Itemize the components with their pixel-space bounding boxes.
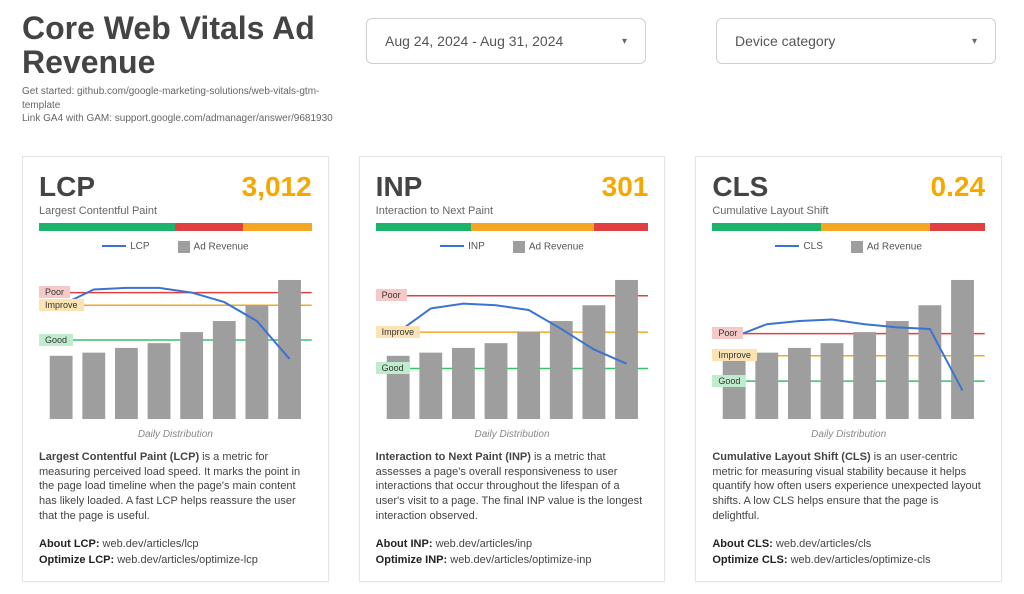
metric-card-inp: INP 301 Interaction to Next Paint INP Ad Rev… bbox=[359, 156, 666, 582]
threshold-label-poor: Poor bbox=[39, 286, 70, 298]
threshold-label-good: Good bbox=[39, 334, 73, 346]
optimize-label: Optimize INP: bbox=[376, 554, 448, 566]
threshold-label-improve: Improve bbox=[39, 299, 84, 311]
chart: Poor Improve Good bbox=[376, 255, 649, 425]
health-bar bbox=[39, 223, 312, 231]
threshold-label-improve: Improve bbox=[712, 349, 757, 361]
page-title: Core Web Vitals Ad Revenue bbox=[22, 12, 342, 79]
date-range-selector[interactable]: Aug 24, 2024 - Aug 31, 2024 ▾ bbox=[366, 18, 646, 64]
health-bar bbox=[376, 223, 649, 231]
metric-abbr: LCP bbox=[39, 171, 95, 203]
metric-description: Interaction to Next Paint (INP) is a met… bbox=[376, 450, 649, 524]
device-category-value: Device category bbox=[735, 33, 835, 49]
chart-legend: CLS Ad Revenue bbox=[712, 241, 985, 253]
about-link[interactable]: web.dev/articles/lcp bbox=[103, 538, 199, 550]
about-label: About LCP: bbox=[39, 538, 99, 550]
about-label: About INP: bbox=[376, 538, 433, 550]
threshold-label-good: Good bbox=[376, 362, 410, 374]
chart: Poor Improve Good bbox=[712, 255, 985, 425]
metric-full-name: Cumulative Layout Shift bbox=[712, 205, 985, 217]
chevron-down-icon: ▾ bbox=[972, 36, 977, 47]
legend-bar-label: Ad Revenue bbox=[867, 241, 922, 252]
health-bar bbox=[712, 223, 985, 231]
optimize-label: Optimize LCP: bbox=[39, 554, 114, 566]
header-note-2: Link GA4 with GAM: support.google.com/ad… bbox=[22, 112, 342, 126]
metric-value: 0.24 bbox=[931, 171, 986, 203]
legend-line-label: LCP bbox=[130, 241, 149, 252]
about-link[interactable]: web.dev/articles/inp bbox=[436, 538, 533, 550]
metric-full-name: Largest Contentful Paint bbox=[39, 205, 312, 217]
optimize-link[interactable]: web.dev/articles/optimize-cls bbox=[791, 554, 931, 566]
threshold-label-good: Good bbox=[712, 375, 746, 387]
legend-line-label: CLS bbox=[803, 241, 822, 252]
chart-caption: Daily Distribution bbox=[39, 429, 312, 440]
metric-card-cls: CLS 0.24 Cumulative Layout Shift CLS Ad Reve… bbox=[695, 156, 1002, 582]
header-note-1: Get started: github.com/google-marketing… bbox=[22, 85, 342, 112]
threshold-label-poor: Poor bbox=[376, 289, 407, 301]
optimize-link[interactable]: web.dev/articles/optimize-lcp bbox=[117, 554, 258, 566]
metric-full-name: Interaction to Next Paint bbox=[376, 205, 649, 217]
metric-abbr: INP bbox=[376, 171, 423, 203]
metric-description: Largest Contentful Paint (LCP) is a metr… bbox=[39, 450, 312, 524]
metric-value: 301 bbox=[602, 171, 649, 203]
metric-abbr: CLS bbox=[712, 171, 768, 203]
legend-bar-label: Ad Revenue bbox=[529, 241, 584, 252]
metric-links: About CLS: web.dev/articles/cls Optimize … bbox=[712, 536, 985, 569]
optimize-link[interactable]: web.dev/articles/optimize-inp bbox=[450, 554, 591, 566]
chart-legend: INP Ad Revenue bbox=[376, 241, 649, 253]
date-range-value: Aug 24, 2024 - Aug 31, 2024 bbox=[385, 33, 563, 49]
legend-bar-label: Ad Revenue bbox=[194, 241, 249, 252]
about-link[interactable]: web.dev/articles/cls bbox=[776, 538, 871, 550]
chart: PoorImprove Good bbox=[39, 255, 312, 425]
metric-value: 3,012 bbox=[242, 171, 312, 203]
device-category-selector[interactable]: Device category ▾ bbox=[716, 18, 996, 64]
about-label: About CLS: bbox=[712, 538, 772, 550]
metric-links: About INP: web.dev/articles/inp Optimize … bbox=[376, 536, 649, 569]
metric-links: About LCP: web.dev/articles/lcp Optimize … bbox=[39, 536, 312, 569]
threshold-label-poor: Poor bbox=[712, 327, 743, 339]
metric-description: Cumulative Layout Shift (CLS) is an user… bbox=[712, 450, 985, 524]
chart-legend: LCP Ad Revenue bbox=[39, 241, 312, 253]
chart-caption: Daily Distribution bbox=[712, 429, 985, 440]
optimize-label: Optimize CLS: bbox=[712, 554, 787, 566]
legend-line-label: INP bbox=[468, 241, 485, 252]
chevron-down-icon: ▾ bbox=[622, 36, 627, 47]
metric-card-lcp: LCP 3,012 Largest Contentful Paint LCP Ad Re… bbox=[22, 156, 329, 582]
chart-caption: Daily Distribution bbox=[376, 429, 649, 440]
threshold-label-improve: Improve bbox=[376, 326, 421, 338]
